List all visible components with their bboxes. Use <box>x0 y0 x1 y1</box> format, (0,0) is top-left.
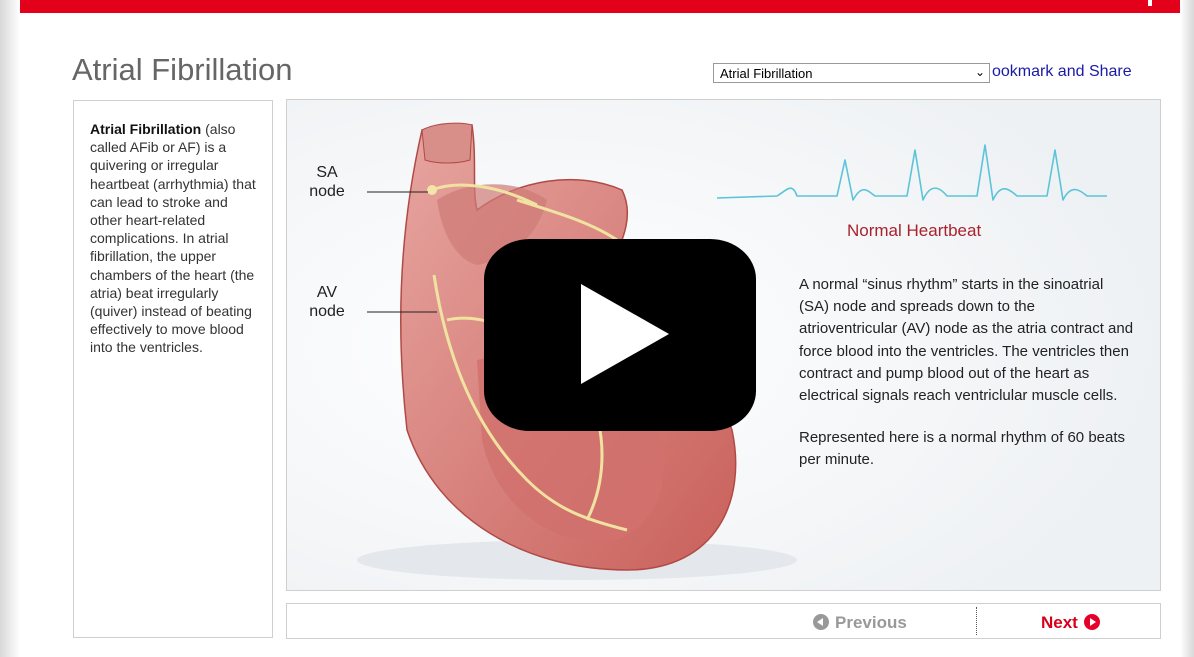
heartbeat-description: A normal “sinus rhythm” starts in the si… <box>799 274 1134 492</box>
page: Atrial Fibrillation Atrial Fibrillation … <box>0 0 1194 657</box>
topic-select-value: Atrial Fibrillation <box>720 66 813 81</box>
chevron-down-icon: ⌄ <box>974 65 985 79</box>
navigation-bar: Previous Next <box>286 603 1161 639</box>
sa-node-text: SA node <box>309 164 345 200</box>
page-title: Atrial Fibrillation <box>72 52 293 87</box>
previous-label: Previous <box>835 613 907 632</box>
video-stage[interactable]: SA node AV node Normal Heartbeat A norma… <box>286 99 1161 591</box>
previous-button[interactable]: Previous <box>813 613 907 633</box>
nav-divider <box>976 607 977 635</box>
sidebar-text: Atrial Fibrillation (also called AFib or… <box>90 120 262 357</box>
av-node-label: AV node <box>305 283 349 321</box>
normal-heartbeat-title: Normal Heartbeat <box>847 221 982 240</box>
previous-icon <box>813 614 829 630</box>
ekg-waveform <box>716 144 1107 201</box>
bookmark-share-link[interactable]: ookmark and Share <box>992 63 1132 81</box>
sa-node-label: SA node <box>307 163 347 201</box>
play-button[interactable] <box>484 239 756 431</box>
play-icon <box>581 284 669 384</box>
sidebar-panel: Atrial Fibrillation (also called AFib or… <box>73 100 273 638</box>
sidebar-term: Atrial Fibrillation <box>90 121 202 137</box>
description-paragraph-1: A normal “sinus rhythm” starts in the si… <box>799 276 1134 405</box>
next-button[interactable]: Next <box>1041 613 1100 633</box>
av-node-text: AV node <box>309 284 345 320</box>
sidebar-description: (also called AFib or AF) is a quivering … <box>90 121 256 356</box>
topic-select[interactable]: Atrial Fibrillation ⌄ <box>713 63 990 83</box>
top-red-bar <box>20 0 1180 13</box>
description-paragraph-2: Represented here is a normal rhythm of 6… <box>799 429 1126 469</box>
right-shadow <box>1180 0 1194 657</box>
left-shadow <box>0 0 20 657</box>
top-bar-mark <box>1148 0 1152 6</box>
next-icon <box>1083 614 1100 630</box>
next-label: Next <box>1041 613 1078 632</box>
